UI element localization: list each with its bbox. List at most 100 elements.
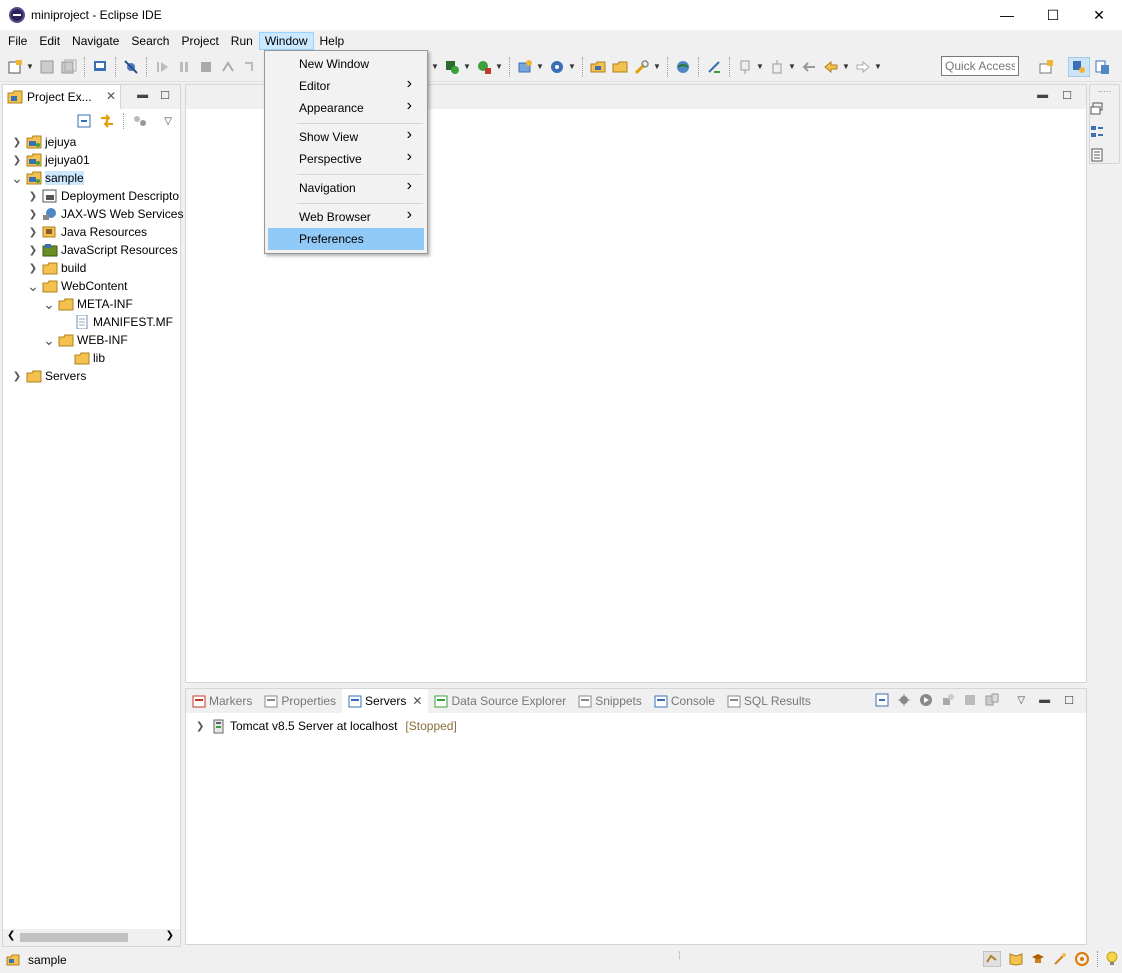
tab-snippets[interactable]: Snippets bbox=[572, 689, 648, 713]
run-dropdown-icon[interactable]: ▼ bbox=[463, 62, 471, 71]
restore-icon[interactable] bbox=[1090, 102, 1104, 116]
annotation-icon[interactable] bbox=[706, 59, 722, 75]
scrollbar-thumb[interactable] bbox=[20, 933, 128, 942]
open-console-icon[interactable] bbox=[92, 59, 108, 75]
close-icon[interactable]: ✕ bbox=[106, 89, 116, 103]
collapsed-chevron-icon[interactable]: ❯ bbox=[11, 155, 23, 166]
minimize-view-icon[interactable]: ▬ bbox=[137, 89, 148, 102]
minimize-view-icon[interactable]: ▬ bbox=[1039, 694, 1050, 706]
run-last-dropdown-icon[interactable]: ▼ bbox=[495, 62, 503, 71]
menu-file[interactable]: File bbox=[2, 32, 33, 50]
back-icon[interactable] bbox=[823, 59, 839, 75]
book-icon[interactable] bbox=[1009, 952, 1023, 966]
open-folder-icon[interactable] bbox=[612, 59, 628, 75]
collapsed-chevron-icon[interactable]: ❯ bbox=[11, 371, 23, 382]
new-icon[interactable] bbox=[7, 59, 23, 75]
collapse-all-icon[interactable] bbox=[875, 693, 889, 707]
tree-item[interactable]: ❯ jejuya bbox=[11, 133, 77, 151]
outline-icon[interactable] bbox=[1090, 125, 1104, 139]
collapsed-chevron-icon[interactable]: ❯ bbox=[27, 227, 39, 238]
tutorial-icon[interactable] bbox=[1031, 952, 1045, 966]
menu-item-web-browser[interactable]: Web Browser › bbox=[268, 206, 424, 228]
tree-item[interactable]: ❯ jejuya01 bbox=[11, 151, 90, 169]
expand-chevron-icon[interactable]: ❯ bbox=[196, 721, 208, 732]
view-menu-icon[interactable]: ▽ bbox=[164, 116, 172, 127]
new-server-dropdown-icon[interactable]: ▼ bbox=[536, 62, 544, 71]
maximize-view-icon[interactable]: ☐ bbox=[160, 89, 170, 102]
java-perspective-icon[interactable] bbox=[1094, 59, 1110, 75]
expanded-chevron-icon[interactable]: ⌄ bbox=[43, 297, 55, 311]
tab-data-source-explorer[interactable]: Data Source Explorer bbox=[428, 689, 572, 713]
java-ee-perspective-icon[interactable] bbox=[1068, 57, 1090, 77]
search-dropdown-icon[interactable]: ▼ bbox=[653, 62, 661, 71]
tree-item[interactable]: ⌄ WebContent bbox=[27, 277, 127, 295]
collapsed-chevron-icon[interactable]: ❯ bbox=[11, 137, 23, 148]
minimize-button[interactable]: — bbox=[984, 0, 1030, 30]
menu-search[interactable]: Search bbox=[125, 32, 175, 50]
help-icon[interactable] bbox=[1075, 952, 1089, 966]
open-type-icon[interactable] bbox=[590, 59, 606, 75]
tab-sql-results[interactable]: SQL Results bbox=[721, 689, 817, 713]
terminate-icon[interactable] bbox=[198, 59, 214, 75]
minimize-editor-icon[interactable]: ▬ bbox=[1037, 89, 1048, 102]
menu-project[interactable]: Project bbox=[175, 32, 224, 50]
tip-lightbulb-icon[interactable] bbox=[1106, 951, 1118, 967]
maximize-button[interactable]: ☐ bbox=[1030, 0, 1076, 30]
expanded-chevron-icon[interactable]: ⌄ bbox=[11, 171, 23, 185]
next-annotation-dropdown-icon[interactable]: ▼ bbox=[756, 62, 764, 71]
menu-item-perspective[interactable]: Perspective › bbox=[268, 148, 424, 170]
suspend-icon[interactable] bbox=[176, 59, 192, 75]
tree-item[interactable]: ❯ JavaScript Resources bbox=[27, 241, 178, 259]
next-annotation-icon[interactable] bbox=[737, 59, 753, 75]
quick-access-input[interactable] bbox=[941, 56, 1019, 76]
tab-markers[interactable]: Markers bbox=[186, 689, 258, 713]
previous-annotation-icon[interactable] bbox=[769, 59, 785, 75]
menu-item-editor[interactable]: Editor › bbox=[268, 75, 424, 97]
resume-icon[interactable] bbox=[154, 59, 170, 75]
run-icon[interactable] bbox=[444, 59, 460, 75]
new-web-service-dropdown-icon[interactable]: ▼ bbox=[568, 62, 576, 71]
forward-dropdown-icon[interactable]: ▼ bbox=[874, 62, 882, 71]
tree-item[interactable]: ❯ Servers bbox=[11, 367, 87, 385]
save-icon[interactable] bbox=[39, 59, 55, 75]
new-dropdown-icon[interactable]: ▼ bbox=[26, 62, 34, 71]
server-row[interactable]: ❯ Tomcat v8.5 Server at localhost [Stopp… bbox=[196, 717, 457, 735]
publish-icon[interactable] bbox=[985, 693, 999, 707]
start-server-icon[interactable] bbox=[919, 693, 933, 707]
debug-dropdown-icon[interactable]: ▼ bbox=[431, 62, 439, 71]
save-all-icon[interactable] bbox=[61, 59, 77, 75]
tree-item[interactable]: lib bbox=[59, 349, 105, 367]
menu-item-preferences[interactable]: Preferences bbox=[268, 228, 424, 250]
expanded-chevron-icon[interactable]: ⌄ bbox=[27, 279, 39, 293]
close-button[interactable]: ✕ bbox=[1076, 0, 1122, 30]
close-icon[interactable]: ✕ bbox=[412, 694, 422, 708]
open-perspective-icon[interactable] bbox=[1038, 59, 1054, 75]
menu-item-appearance[interactable]: Appearance › bbox=[268, 97, 424, 119]
menu-edit[interactable]: Edit bbox=[33, 32, 66, 50]
run-last-icon[interactable] bbox=[476, 59, 492, 75]
tree-item[interactable]: ⌄ sample bbox=[11, 169, 84, 187]
horizontal-scrollbar[interactable]: ❮ ❯ bbox=[3, 929, 180, 946]
last-edit-location-icon[interactable] bbox=[801, 59, 817, 75]
tab-servers[interactable]: Servers ✕ bbox=[342, 689, 429, 713]
tree-item[interactable]: ⌄ WEB-INF bbox=[43, 331, 128, 349]
maximize-view-icon[interactable]: ☐ bbox=[1064, 694, 1074, 707]
menu-run[interactable]: Run bbox=[225, 32, 259, 50]
tree-item[interactable]: ❯ Java Resources bbox=[27, 223, 147, 241]
collapsed-chevron-icon[interactable]: ❯ bbox=[27, 245, 39, 256]
disconnect-icon[interactable] bbox=[220, 59, 236, 75]
scroll-right-icon[interactable]: ❯ bbox=[166, 930, 174, 941]
task-list-icon[interactable] bbox=[1090, 148, 1104, 162]
menu-item-new-window[interactable]: New Window bbox=[268, 53, 424, 75]
tab-properties[interactable]: Properties bbox=[258, 689, 342, 713]
expanded-chevron-icon[interactable]: ⌄ bbox=[43, 333, 55, 347]
collapsed-chevron-icon[interactable]: ❯ bbox=[27, 209, 39, 220]
tree-item[interactable]: ❯ build bbox=[27, 259, 87, 277]
link-with-editor-icon[interactable] bbox=[99, 114, 115, 128]
browser-icon[interactable] bbox=[675, 59, 691, 75]
menu-item-show-view[interactable]: Show View › bbox=[268, 126, 424, 148]
search-icon[interactable] bbox=[634, 59, 650, 75]
project-explorer-tab[interactable]: Project Ex... ✕ bbox=[3, 85, 121, 109]
collapsed-chevron-icon[interactable]: ❯ bbox=[27, 191, 39, 202]
tab-console[interactable]: Console bbox=[648, 689, 721, 713]
